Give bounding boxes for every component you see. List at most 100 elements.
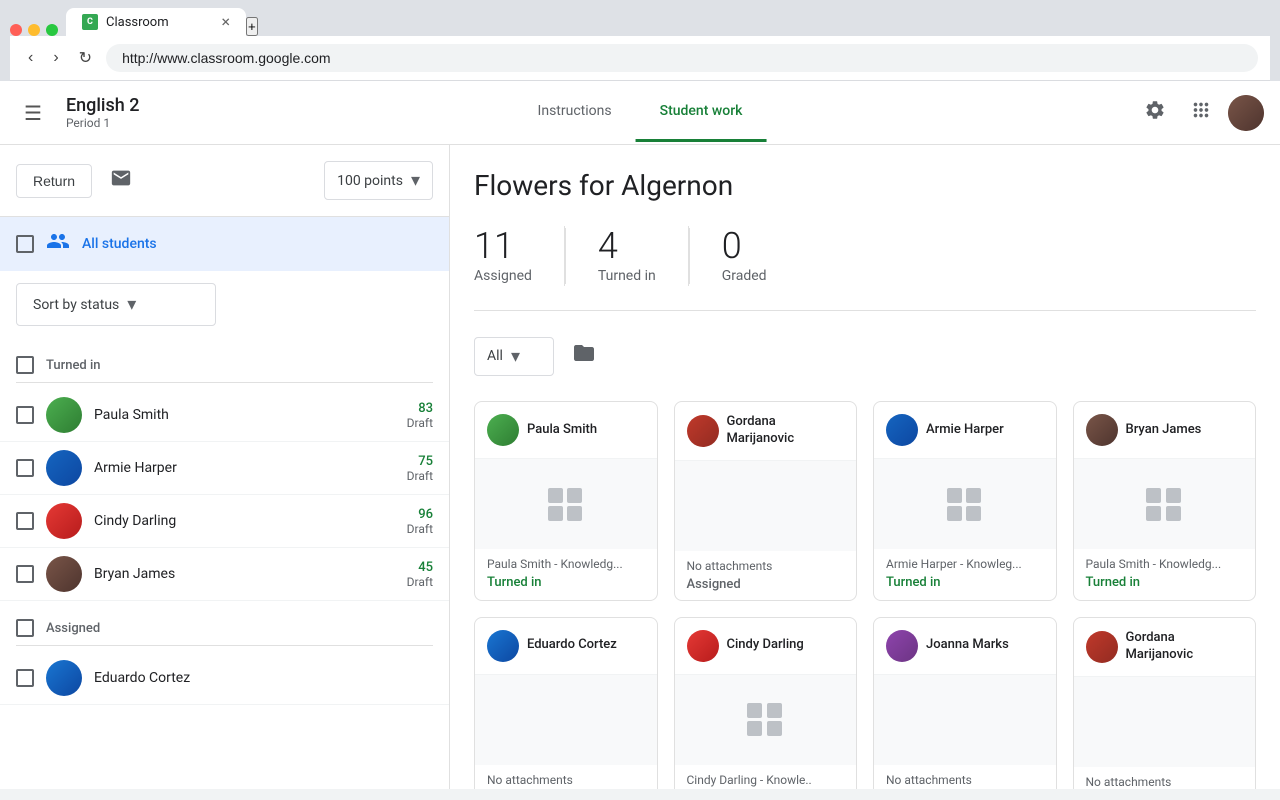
back-button[interactable]: ‹ bbox=[22, 45, 39, 71]
card-header-cindy: Cindy Darling bbox=[675, 618, 857, 675]
tab-close-button[interactable]: × bbox=[221, 14, 230, 30]
card-preview-bryan bbox=[1074, 459, 1256, 549]
turned-in-section-checkbox[interactable] bbox=[16, 356, 34, 374]
header-actions bbox=[1136, 91, 1264, 135]
student-name-armie: Armie Harper bbox=[94, 460, 395, 476]
card-footer-paula: Paula Smith - Knowledg... Turned in bbox=[475, 549, 657, 598]
card-avatar-joanna bbox=[886, 630, 918, 662]
card-footer-eduardo: No attachments bbox=[475, 765, 657, 789]
student-checkbox-eduardo[interactable] bbox=[16, 669, 34, 687]
card-status-paula: Turned in bbox=[487, 575, 645, 590]
card-header-joanna: Joanna Marks bbox=[874, 618, 1056, 675]
attachment-grid-icon-cindy bbox=[747, 703, 783, 736]
apps-button[interactable] bbox=[1182, 91, 1220, 135]
card-name-paula: Paula Smith bbox=[527, 422, 597, 439]
card-name-bryan: Bryan James bbox=[1126, 422, 1202, 439]
student-checkbox-bryan[interactable] bbox=[16, 565, 34, 583]
tab-student-work[interactable]: Student work bbox=[636, 83, 767, 142]
stat-turned-in-label: Turned in bbox=[598, 268, 656, 284]
card-header-eduardo: Eduardo Cortez bbox=[475, 618, 657, 675]
card-attachment-cindy: Cindy Darling - Knowle.. bbox=[687, 773, 845, 787]
card-status-bryan: Turned in bbox=[1086, 575, 1244, 590]
student-checkbox-cindy[interactable] bbox=[16, 512, 34, 530]
card-preview-gordana bbox=[675, 461, 857, 551]
card-joanna[interactable]: Joanna Marks No attachments bbox=[873, 617, 1057, 789]
student-avatar-bryan bbox=[46, 556, 82, 592]
filter-select[interactable]: All ▾ bbox=[474, 337, 554, 376]
browser-tab[interactable]: C Classroom × bbox=[66, 8, 246, 36]
email-icon[interactable] bbox=[104, 161, 138, 200]
all-students-row[interactable]: All students bbox=[0, 217, 449, 271]
turned-in-label: Turned in bbox=[46, 358, 101, 373]
card-footer-cindy: Cindy Darling - Knowle.. bbox=[675, 765, 857, 789]
card-footer-gordana2: No attachments bbox=[1074, 767, 1256, 789]
new-tab-button[interactable]: + bbox=[246, 17, 258, 36]
card-footer-gordana: No attachments Assigned bbox=[675, 551, 857, 600]
all-students-checkbox[interactable] bbox=[16, 235, 34, 253]
card-preview-eduardo bbox=[475, 675, 657, 765]
points-value: 100 points bbox=[337, 173, 403, 189]
card-cindy[interactable]: Cindy Darling Cindy Darling - Knowle.. bbox=[674, 617, 858, 789]
card-avatar-cindy bbox=[687, 630, 719, 662]
points-select[interactable]: 100 points ▾ bbox=[324, 161, 433, 200]
stat-graded: 0 Graded bbox=[689, 228, 799, 284]
student-row-eduardo[interactable]: Eduardo Cortez bbox=[0, 652, 449, 705]
student-name-cindy: Cindy Darling bbox=[94, 513, 395, 529]
student-checkbox-paula[interactable] bbox=[16, 406, 34, 424]
card-header-gordana2: Gordana Marijanovic bbox=[1074, 618, 1256, 677]
filter-dropdown-arrow: ▾ bbox=[511, 346, 520, 367]
card-avatar-gordana2 bbox=[1086, 631, 1118, 663]
minimize-traffic-light[interactable] bbox=[28, 24, 40, 36]
card-header-paula: Paula Smith bbox=[475, 402, 657, 459]
return-button[interactable]: Return bbox=[16, 164, 92, 198]
card-paula[interactable]: Paula Smith Paula Smith - Knowledg... Tu… bbox=[474, 401, 658, 601]
all-students-label[interactable]: All students bbox=[82, 236, 157, 252]
card-attachment-joanna: No attachments bbox=[886, 773, 1044, 787]
card-armie[interactable]: Armie Harper Armie Harper - Knowleg... T… bbox=[873, 401, 1057, 601]
address-bar[interactable] bbox=[106, 44, 1258, 72]
stat-turned-in: 4 Turned in bbox=[565, 228, 688, 284]
student-name-bryan: Bryan James bbox=[94, 566, 395, 582]
settings-button[interactable] bbox=[1136, 91, 1174, 135]
card-preview-paula bbox=[475, 459, 657, 549]
menu-icon[interactable]: ☰ bbox=[16, 93, 50, 133]
stat-graded-label: Graded bbox=[722, 268, 767, 284]
student-row-cindy[interactable]: Cindy Darling 96 Draft bbox=[0, 495, 449, 548]
card-gordana[interactable]: Gordana Marijanovic No attachments Assig… bbox=[674, 401, 858, 601]
sidebar: Return 100 points ▾ All students Sort by… bbox=[0, 145, 450, 789]
card-eduardo[interactable]: Eduardo Cortez No attachments bbox=[474, 617, 658, 789]
card-attachment-gordana: No attachments bbox=[687, 559, 845, 573]
card-avatar-bryan bbox=[1086, 414, 1118, 446]
attachment-grid-icon bbox=[548, 488, 584, 521]
turned-in-section-header: Turned in bbox=[0, 338, 449, 389]
reload-button[interactable]: ↻ bbox=[73, 44, 98, 72]
user-avatar[interactable] bbox=[1228, 95, 1264, 131]
maximize-traffic-light[interactable] bbox=[46, 24, 58, 36]
assignment-title: Flowers for Algernon bbox=[474, 169, 1256, 202]
sort-row: Sort by status ▾ bbox=[0, 271, 449, 338]
close-traffic-light[interactable] bbox=[10, 24, 22, 36]
student-avatar-paula bbox=[46, 397, 82, 433]
sort-select[interactable]: Sort by status ▾ bbox=[16, 283, 216, 326]
tab-instructions[interactable]: Instructions bbox=[514, 83, 636, 142]
attachment-grid-icon-bryan bbox=[1146, 488, 1182, 521]
student-row-bryan[interactable]: Bryan James 45 Draft bbox=[0, 548, 449, 601]
forward-button[interactable]: › bbox=[47, 45, 64, 71]
stat-graded-number: 0 bbox=[722, 228, 767, 264]
attachment-grid-icon-armie bbox=[947, 488, 983, 521]
assigned-section-checkbox[interactable] bbox=[16, 619, 34, 637]
stat-assigned: 11 Assigned bbox=[474, 228, 564, 284]
student-row-armie[interactable]: Armie Harper 75 Draft bbox=[0, 442, 449, 495]
card-preview-armie bbox=[874, 459, 1056, 549]
card-bryan[interactable]: Bryan James Paula Smith - Knowledg... Tu… bbox=[1073, 401, 1257, 601]
card-status-gordana: Assigned bbox=[687, 577, 845, 592]
filter-value: All bbox=[487, 348, 503, 364]
card-gordana2[interactable]: Gordana Marijanovic No attachments bbox=[1073, 617, 1257, 789]
student-checkbox-armie[interactable] bbox=[16, 459, 34, 477]
card-name-joanna: Joanna Marks bbox=[926, 637, 1009, 654]
card-header-gordana: Gordana Marijanovic bbox=[675, 402, 857, 461]
browser-chrome: C Classroom × + ‹ › ↻ bbox=[0, 0, 1280, 81]
folder-button[interactable] bbox=[566, 335, 602, 377]
main-layout: Return 100 points ▾ All students Sort by… bbox=[0, 145, 1280, 789]
student-row-paula[interactable]: Paula Smith 83 Draft bbox=[0, 389, 449, 442]
